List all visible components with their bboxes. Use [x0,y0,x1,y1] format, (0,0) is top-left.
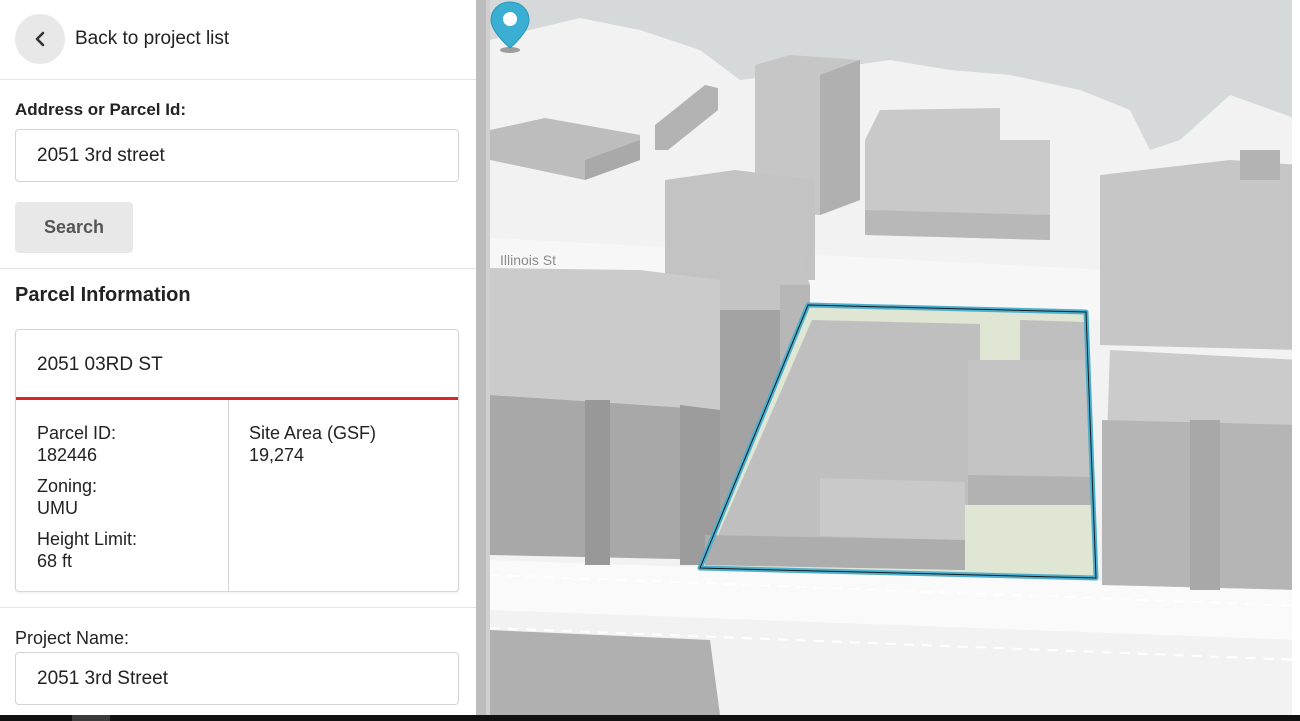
project-name-input[interactable] [15,652,459,705]
back-to-project-list-link[interactable]: Back to project list [75,28,229,50]
3d-map-view[interactable]: Illinois St [490,0,1300,715]
site-area-value: 19,274 [249,445,305,465]
building [490,268,720,565]
site-area-field: Site Area (GSF) 19,274 [249,422,449,466]
panel-resize-handle[interactable] [476,0,490,715]
street-label-illinois: Illinois St [500,252,557,268]
parcel-id-label: Parcel ID: [37,423,117,443]
column-divider [228,400,229,591]
parcel-id-value: 182446 [37,445,98,465]
search-button[interactable]: Search [15,202,133,253]
map-edge [1292,0,1300,715]
building [1102,350,1300,590]
building [865,108,1050,240]
building [490,118,640,180]
height-limit-label: Height Limit: [37,529,138,549]
parcel-fields-left: Parcel ID: 182446 Zoning: UMU Height Lim… [37,422,222,581]
parcel-sidebar: Back to project list Address or Parcel I… [0,0,476,715]
divider [0,607,476,608]
height-limit-value: 68 ft [37,551,73,571]
building [490,630,720,715]
city-3d-scene [490,0,1300,715]
parcel-info-card: 2051 03RD ST Parcel ID: 182446 Zoning: U… [15,329,459,592]
bottom-bar [0,715,1300,721]
site-area-label: Site Area (GSF) [249,423,377,443]
address-label: Address or Parcel Id: [15,100,187,119]
map-pin-icon[interactable] [490,0,530,54]
parcel-card-header: 2051 03RD ST [16,330,458,400]
chevron-left-icon [35,31,45,47]
building [655,85,718,150]
zoning-value: UMU [37,498,78,518]
parcel-information-heading: Parcel Information [15,284,191,306]
back-row: Back to project list [0,0,476,80]
building [1100,150,1300,350]
project-name-label: Project Name: [15,628,130,648]
address-input[interactable] [15,129,459,182]
zoning-label: Zoning: [37,476,98,496]
height-limit-field: Height Limit: 68 ft [37,528,222,572]
parcel-id-field: Parcel ID: 182446 [37,422,222,466]
parcel-fields-right: Site Area (GSF) 19,274 [249,422,449,475]
parcel-address: 2051 03RD ST [37,354,163,375]
back-button[interactable] [15,14,65,64]
zoning-field: Zoning: UMU [37,475,222,519]
divider [0,268,476,269]
